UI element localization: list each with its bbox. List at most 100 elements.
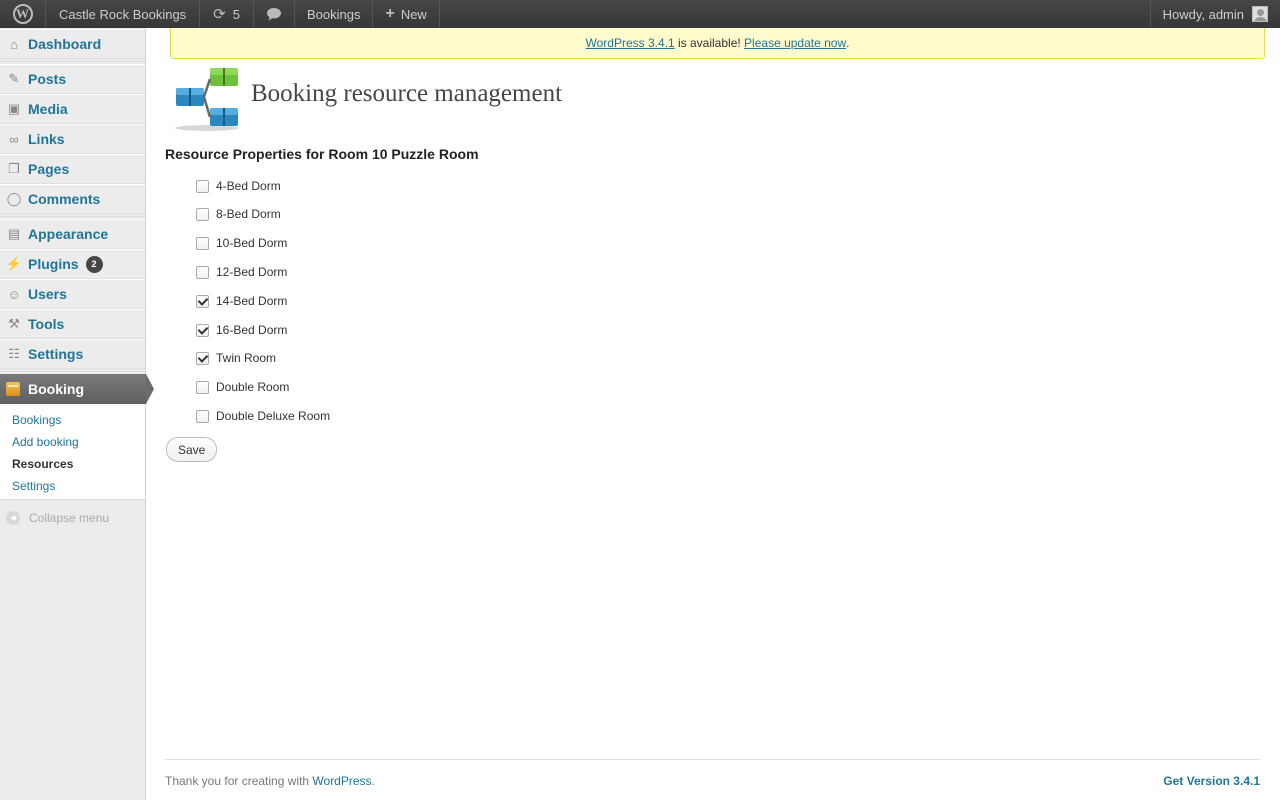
get-version-link[interactable]: Get Version 3.4.1 xyxy=(1163,774,1260,788)
wordpress-logo-menu[interactable]: W xyxy=(0,0,46,28)
site-name: Castle Rock Bookings xyxy=(59,6,187,22)
property-checkbox[interactable] xyxy=(196,351,209,365)
wordpress-footer-link[interactable]: WordPress xyxy=(312,774,371,788)
sidebar-item-label: Dashboard xyxy=(28,36,102,52)
notice-end: . xyxy=(846,36,850,50)
sidebar-item-pages[interactable]: ❐ Pages xyxy=(0,154,145,184)
updates-count: 5 xyxy=(232,6,240,22)
update-now-link[interactable]: Please update now xyxy=(744,36,846,50)
new-label: New xyxy=(400,6,427,22)
property-label[interactable]: Double Room xyxy=(216,380,289,394)
sidebar-item-label: Links xyxy=(28,131,65,147)
property-label[interactable]: 10-Bed Dorm xyxy=(216,236,287,250)
sidebar-item-label: Appearance xyxy=(28,226,109,242)
property-row: 14-Bed Dorm xyxy=(196,293,287,309)
new-content-link[interactable]: + New xyxy=(373,0,440,28)
plugins-update-badge: 2 xyxy=(85,255,103,273)
howdy-text: Howdy, admin xyxy=(1162,6,1244,22)
site-name-link[interactable]: Castle Rock Bookings xyxy=(46,0,201,28)
appearance-icon: ▤ xyxy=(7,226,21,241)
my-account-menu[interactable]: Howdy, admin xyxy=(1149,0,1280,28)
sidebar-item-appearance[interactable]: ▤ Appearance xyxy=(0,219,145,249)
wordpress-version-link[interactable]: WordPress 3.4.1 xyxy=(586,36,675,50)
tools-icon: ⚒ xyxy=(8,316,20,331)
sidebar-item-links[interactable]: ∞ Links xyxy=(0,124,145,154)
updates-link[interactable]: ⟳ 5 xyxy=(200,0,254,28)
booking-submenu: Bookings Add booking Resources Settings xyxy=(0,404,145,500)
footer-credit: Thank you for creating with WordPress. xyxy=(165,774,375,788)
comments-link[interactable] xyxy=(254,0,295,28)
property-checkbox[interactable] xyxy=(196,380,209,394)
plus-icon: + xyxy=(385,5,395,22)
sidebar-item-label: Users xyxy=(28,286,67,302)
submenu-add-booking[interactable]: Add booking xyxy=(12,435,79,449)
collapse-menu-button[interactable]: ◀ Collapse menu xyxy=(6,511,109,525)
avatar xyxy=(1252,6,1268,22)
property-row: 4-Bed Dorm xyxy=(196,178,281,194)
property-checkbox[interactable] xyxy=(196,179,209,193)
property-row: Double Room xyxy=(196,379,289,395)
sidebar-item-tools[interactable]: ⚒ Tools xyxy=(0,309,145,339)
updates-icon: ⟳ xyxy=(213,6,226,23)
property-label[interactable]: Double Deluxe Room xyxy=(216,409,330,423)
submenu-bookings[interactable]: Bookings xyxy=(12,413,61,427)
booking-calendar-icon xyxy=(6,382,20,396)
sidebar-item-label: Tools xyxy=(28,316,65,332)
update-notice: WordPress 3.4.1 is available! Please upd… xyxy=(170,28,1265,59)
property-label[interactable]: 16-Bed Dorm xyxy=(216,323,287,337)
property-row: 16-Bed Dorm xyxy=(196,322,287,338)
sidebar-item-plugins[interactable]: ⚡ Plugins 2 xyxy=(0,249,145,279)
sidebar-item-dashboard[interactable]: ⌂ Dashboard xyxy=(0,29,145,59)
sidebar-item-label: Media xyxy=(28,101,68,117)
menu-separator xyxy=(0,216,145,217)
submenu-settings[interactable]: Settings xyxy=(12,479,55,493)
sidebar-item-users[interactable]: ☺ Users xyxy=(0,279,145,309)
resource-hierarchy-logo xyxy=(175,68,239,131)
bookings-link[interactable]: Bookings xyxy=(295,0,374,28)
property-label[interactable]: 12-Bed Dorm xyxy=(216,265,287,279)
sidebar-item-booking[interactable]: Booking xyxy=(0,374,154,404)
notice-text: is available! xyxy=(674,36,745,50)
media-icon: ▣ xyxy=(7,101,21,116)
settings-sliders-icon: ☷ xyxy=(8,346,20,361)
save-button[interactable]: Save xyxy=(166,437,218,462)
sidebar-item-label: Plugins xyxy=(28,256,79,272)
property-label[interactable]: Twin Room xyxy=(216,351,276,365)
footer-thanks-text: Thank you for creating with xyxy=(165,774,313,788)
property-label[interactable]: 4-Bed Dorm xyxy=(216,179,281,193)
property-label[interactable]: 8-Bed Dorm xyxy=(216,207,281,221)
pushpin-icon: ✎ xyxy=(8,71,20,86)
wordpress-logo-icon: W xyxy=(12,4,33,24)
sidebar-item-posts[interactable]: ✎ Posts xyxy=(0,64,145,94)
property-checkbox[interactable] xyxy=(196,294,209,308)
menu-separator xyxy=(0,61,145,62)
sidebar-item-media[interactable]: ▣ Media xyxy=(0,94,145,124)
page-title: Booking resource management xyxy=(251,80,563,107)
admin-sidebar: ⌂ Dashboard ✎ Posts ▣ Media ∞ Links ❐ Pa… xyxy=(0,28,154,800)
sidebar-item-comments[interactable]: ◯ Comments xyxy=(0,184,145,214)
link-icon: ∞ xyxy=(9,131,19,147)
pages-icon: ❐ xyxy=(8,161,20,176)
sidebar-item-label: Posts xyxy=(28,71,67,87)
sidebar-item-label: Pages xyxy=(28,161,70,177)
property-row: 8-Bed Dorm xyxy=(196,206,281,222)
users-icon: ☺ xyxy=(7,286,21,302)
bookings-label: Bookings xyxy=(306,6,361,22)
property-checkbox[interactable] xyxy=(196,236,209,250)
property-label[interactable]: 14-Bed Dorm xyxy=(216,294,287,308)
property-checkbox[interactable] xyxy=(196,323,209,337)
section-title: Resource Properties for Room 10 Puzzle R… xyxy=(165,146,479,162)
property-row: Twin Room xyxy=(196,350,276,366)
sidebar-item-settings[interactable]: ☷ Settings xyxy=(0,339,145,369)
submenu-resources[interactable]: Resources xyxy=(12,457,73,471)
property-checkbox[interactable] xyxy=(196,409,209,423)
property-checkbox[interactable] xyxy=(196,207,209,221)
menu-separator xyxy=(0,371,145,372)
property-checkbox[interactable] xyxy=(196,265,209,279)
property-row: Double Deluxe Room xyxy=(196,408,330,424)
dashboard-icon: ⌂ xyxy=(10,36,18,52)
collapse-label: Collapse menu xyxy=(29,511,110,525)
collapse-arrow-icon: ◀ xyxy=(6,511,20,525)
sidebar-item-label: Settings xyxy=(28,346,84,362)
sidebar-item-label: Comments xyxy=(28,191,101,207)
